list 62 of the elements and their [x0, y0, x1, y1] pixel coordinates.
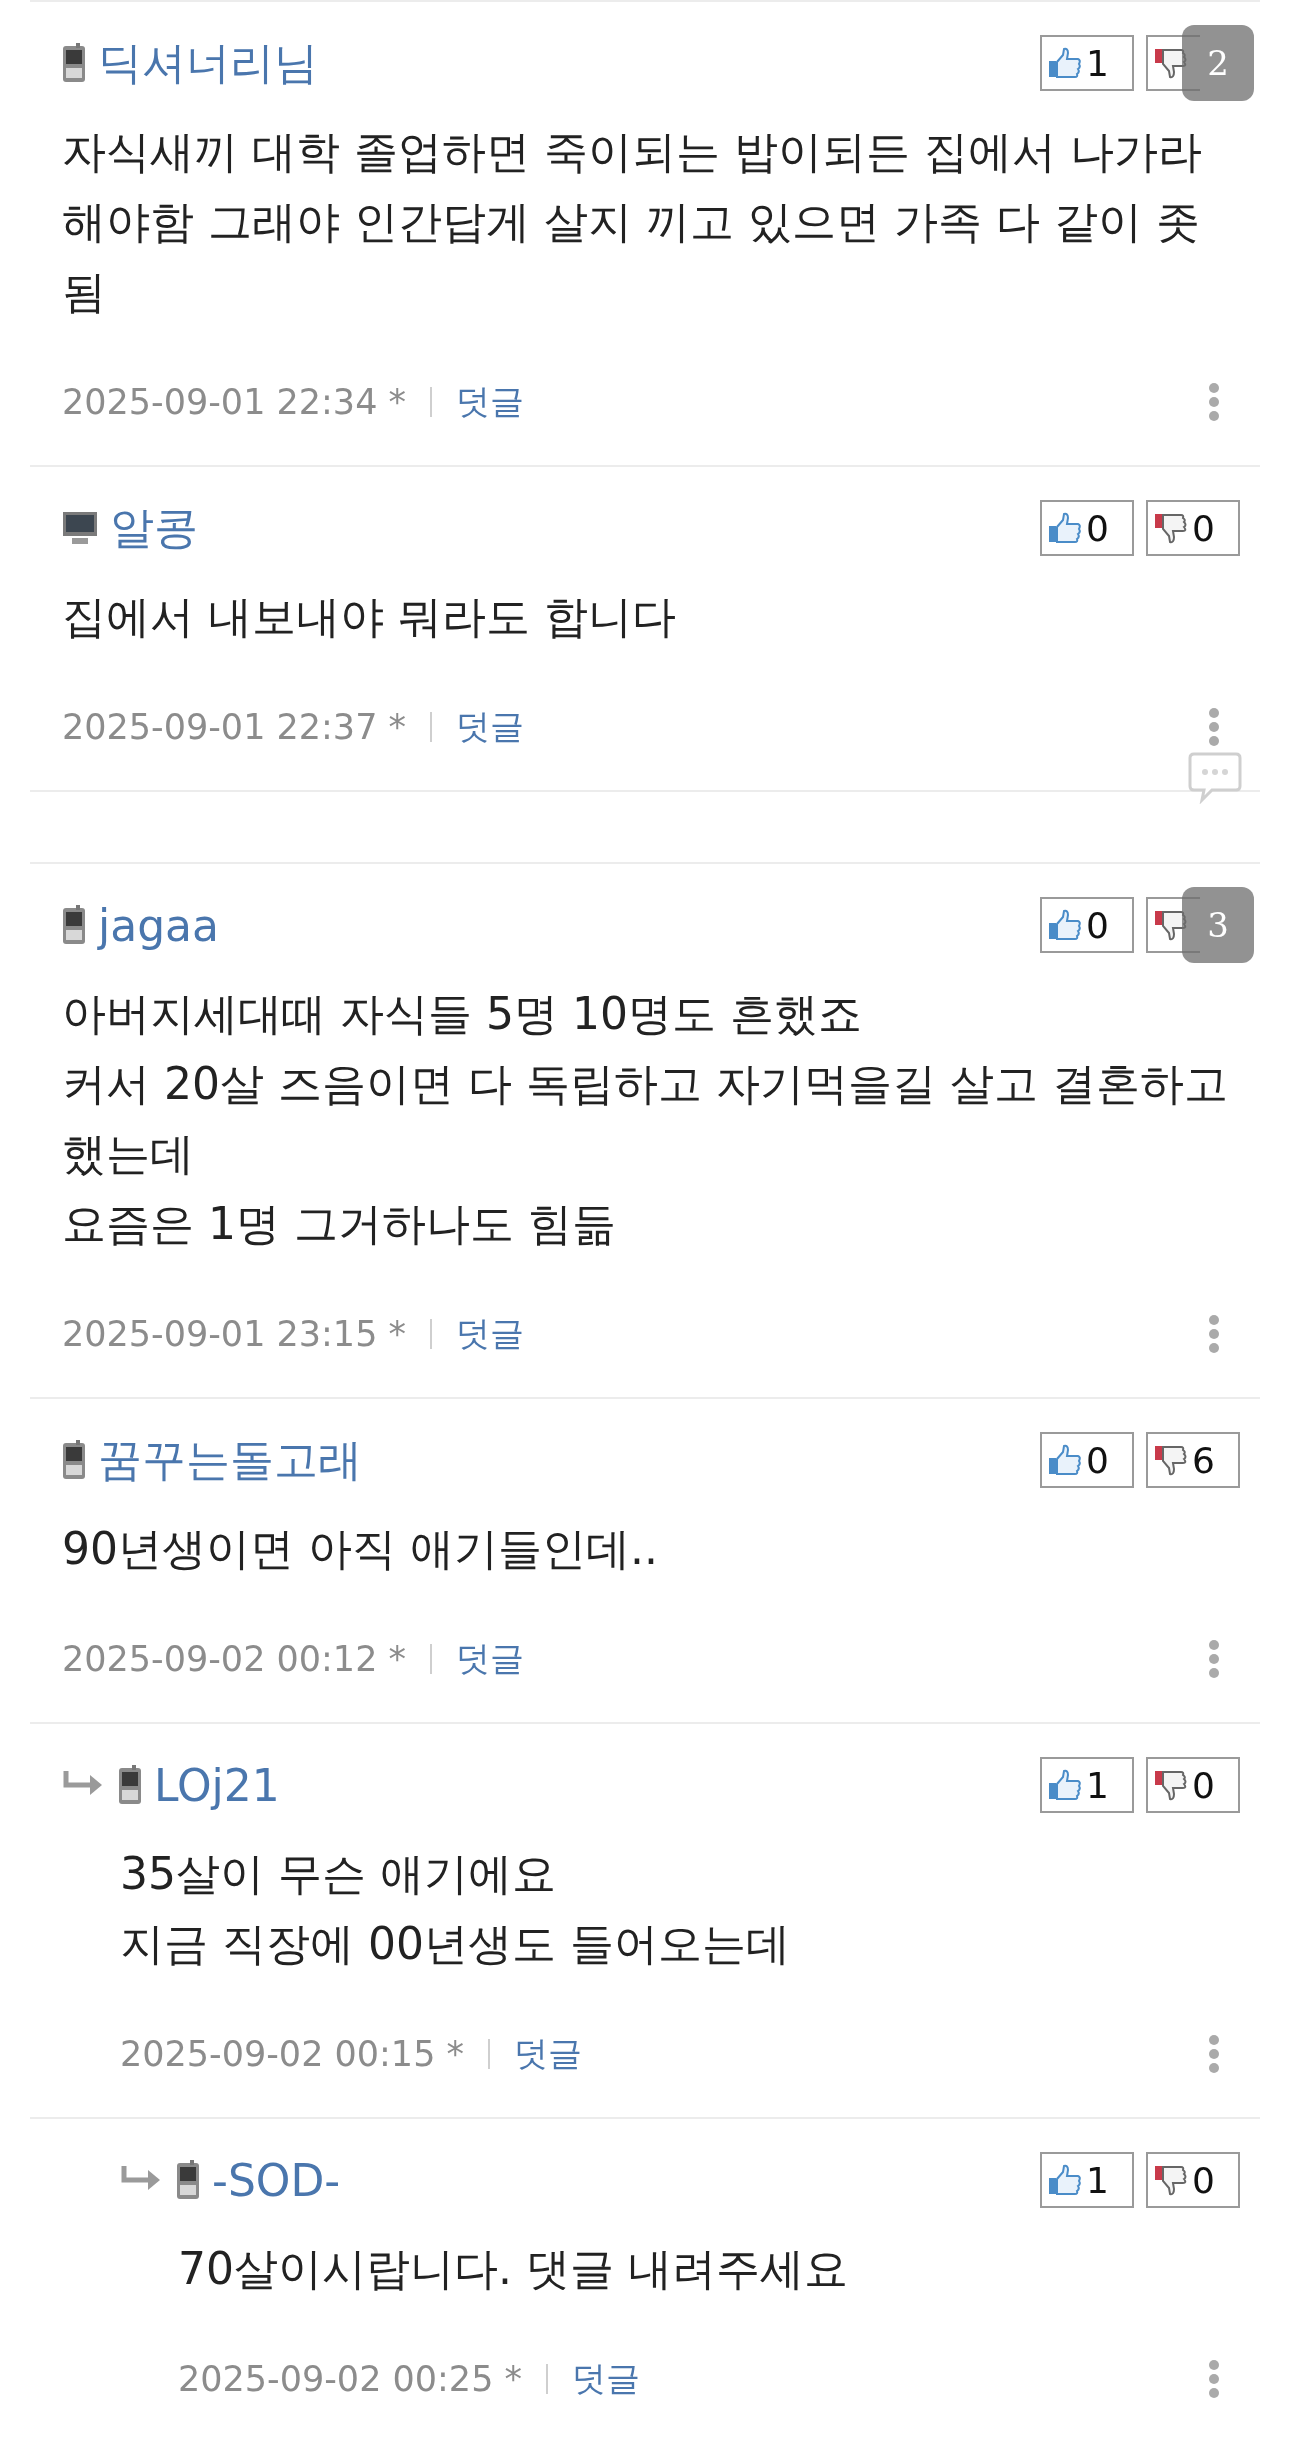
comment-text: 지금 직장에 00년생도 들어오는데 [120, 1917, 791, 1971]
comment-text: 집에서 내보내야 뭐라도 합니다 [62, 590, 677, 644]
phone-icon [118, 1765, 142, 1805]
like-button[interactable]: 1 [1040, 35, 1134, 91]
reply-link[interactable]: 덧글 [514, 2031, 583, 2077]
like-button[interactable]: 1 [1040, 2152, 1134, 2208]
author-name[interactable]: -SOD- [212, 2154, 341, 2206]
comment-text: 70살이시랍니다. 댓글 내려주세요 [178, 2242, 849, 2296]
like-button[interactable]: 0 [1040, 1432, 1134, 1488]
thumbs-up-icon [1048, 512, 1082, 544]
comment-text: 아버지세대때 자식들 5명 10명도 흔했죠 [62, 987, 863, 1041]
reply-link[interactable]: 덧글 [456, 1311, 525, 1357]
more-options-icon[interactable] [1208, 707, 1220, 747]
monitor-icon [62, 511, 98, 545]
dislike-button[interactable]: 0 [1146, 2152, 1240, 2208]
comment-text: 90년생이면 아직 애기들인데.. [62, 1522, 659, 1576]
comment-text: 커서 20살 즈음이면 다 독립하고 자기먹을길 살고 결혼하고 했는데 [62, 1057, 1229, 1181]
thumbs-up-icon [1048, 2164, 1082, 2196]
reply-link[interactable]: 덧글 [572, 2356, 641, 2402]
author-name[interactable]: 알콩 [110, 498, 198, 558]
thumbs-down-icon [1154, 2164, 1188, 2196]
comment-date: 2025-09-01 23:15 * [62, 1314, 407, 1354]
count-tooltip: 2 [1182, 25, 1254, 101]
comment-date: 2025-09-01 22:37 * [62, 707, 407, 747]
reply-link[interactable]: 덧글 [456, 1636, 525, 1682]
phone-icon [62, 1440, 86, 1480]
comment-date: 2025-09-01 22:34 * [62, 382, 407, 422]
comment-text: 요즘은 1명 그거하나도 힘듦 [62, 1197, 617, 1251]
thumbs-up-icon [1048, 909, 1082, 941]
dislike-button[interactable]: 6 [1146, 1432, 1240, 1488]
comment-date: 2025-09-02 00:15 * [120, 2034, 465, 2074]
more-options-icon[interactable] [1208, 1639, 1220, 1679]
more-options-icon[interactable] [1208, 2359, 1220, 2399]
comment-date: 2025-09-02 00:25 * [178, 2359, 523, 2399]
thumbs-down-icon [1154, 512, 1188, 544]
comment-text: 35살이 무슨 애기에요 [120, 1847, 557, 1901]
author-name[interactable]: jagaa [98, 899, 220, 951]
more-options-icon[interactable] [1208, 2034, 1220, 2074]
like-button[interactable]: 0 [1040, 897, 1134, 953]
more-options-icon[interactable] [1208, 382, 1220, 422]
count-tooltip: 3 [1182, 887, 1254, 963]
comment-date: 2025-09-02 00:12 * [62, 1639, 407, 1679]
like-button[interactable]: 1 [1040, 1757, 1134, 1813]
reply-link[interactable]: 덧글 [456, 379, 525, 425]
phone-icon [62, 905, 86, 945]
chat-bubble-icon[interactable] [1188, 752, 1242, 804]
thumbs-up-icon [1048, 47, 1082, 79]
dislike-button[interactable]: 0 [1146, 500, 1240, 556]
phone-icon [62, 43, 86, 83]
author-name[interactable]: 딕셔너리님 [98, 33, 318, 93]
thumbs-up-icon [1048, 1769, 1082, 1801]
thumbs-up-icon [1048, 1444, 1082, 1476]
thumbs-down-icon [1154, 1444, 1188, 1476]
thumbs-down-icon [1154, 1769, 1188, 1801]
phone-icon [176, 2160, 200, 2200]
dislike-button[interactable]: 0 [1146, 1757, 1240, 1813]
like-button[interactable]: 0 [1040, 500, 1134, 556]
author-name[interactable]: 꿈꾸는돌고래 [98, 1430, 362, 1490]
comment-text: 자식새끼 대학 졸업하면 죽이되는 밥이되든 집에서 나가라해야함 그래야 인간답게 살지 끼고 있으면 가족 다 같이 좃됨 [62, 125, 1203, 319]
author-name[interactable]: LOj21 [154, 1759, 280, 1811]
reply-link[interactable]: 덧글 [456, 704, 525, 750]
more-options-icon[interactable] [1208, 1314, 1220, 1354]
